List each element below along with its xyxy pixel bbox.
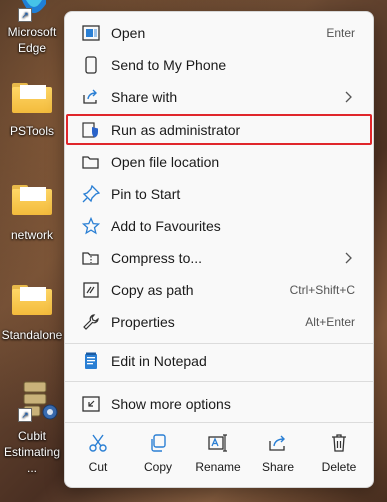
menu-item-label: Show more options: [111, 396, 231, 412]
menu-item-label: Compress to...: [111, 250, 203, 266]
rename-button[interactable]: Rename: [189, 432, 247, 474]
desktop-icon-network[interactable]: network: [0, 180, 64, 243]
menu-item-copy-as-path[interactable]: Copy as path Ctrl+Shift+C: [69, 276, 369, 304]
menu-item-label: Add to Favourites: [111, 218, 221, 234]
share-label: Share: [261, 460, 295, 474]
menu-item-label: Share with: [111, 89, 178, 105]
folder-icon: [12, 185, 52, 215]
menu-item-shortcut: Enter: [326, 26, 355, 40]
menu-item-run-as-administrator[interactable]: Run as administrator: [69, 116, 369, 144]
cut-label: Cut: [88, 460, 108, 474]
menu-item-share-with[interactable]: Share with: [69, 83, 369, 111]
share-icon: [81, 87, 101, 107]
copy-label: Copy: [143, 460, 172, 474]
menu-separator: [65, 381, 373, 382]
wrench-icon: [81, 312, 101, 332]
chevron-right-icon: [341, 252, 355, 264]
shortcut-arrow-icon: ↗: [18, 408, 32, 422]
menu-item-label: Send to My Phone: [111, 57, 227, 73]
copy-button[interactable]: Copy: [129, 432, 187, 474]
menu-item-show-more-options[interactable]: Show more options: [69, 390, 369, 418]
edge-icon: ↗: [12, 0, 52, 22]
copy-icon: [147, 432, 169, 454]
menu-item-shortcut: Ctrl+Shift+C: [289, 283, 355, 297]
menu-item-open[interactable]: Open Enter: [69, 19, 369, 47]
menu-separator: [65, 343, 373, 344]
star-icon: [81, 216, 101, 236]
trash-icon: [328, 432, 350, 454]
desktop-icon-pstools[interactable]: PSTools: [0, 78, 64, 139]
menu-item-label: Open: [111, 25, 146, 41]
desktop-icon-label: Standalone: [1, 328, 63, 342]
desktop-icon-cubit[interactable]: ↗ Cubit Estimating ...: [0, 380, 64, 476]
pin-icon: [81, 184, 101, 204]
desktop-icon-edge[interactable]: ↗ Microsoft Edge: [0, 0, 64, 56]
menu-item-compress-to[interactable]: Compress to...: [69, 244, 369, 272]
rename-icon: [207, 432, 229, 454]
folder-icon: [12, 285, 52, 315]
zip-folder-icon: [81, 248, 101, 268]
cubit-app-icon: ↗: [12, 380, 58, 424]
copy-path-icon: [81, 280, 101, 300]
desktop-icon-label: network: [10, 228, 54, 242]
desktop-icon-label: Microsoft Edge: [7, 25, 57, 55]
delete-button[interactable]: Delete: [310, 432, 368, 474]
menu-item-send-to-phone[interactable]: Send to My Phone: [69, 51, 369, 79]
scissors-icon: [87, 432, 109, 454]
cut-button[interactable]: Cut: [69, 432, 127, 474]
folder-open-icon: [81, 152, 101, 172]
folder-icon: [12, 83, 52, 113]
more-options-icon: [81, 394, 101, 414]
menu-item-label: Copy as path: [111, 282, 194, 298]
menu-item-edit-in-notepad[interactable]: Edit in Notepad: [69, 347, 369, 375]
menu-item-label: Open file location: [111, 154, 220, 170]
desktop-icon-label: PSTools: [9, 124, 55, 138]
share-button[interactable]: Share: [249, 432, 307, 474]
menu-item-add-to-favourites[interactable]: Add to Favourites: [69, 212, 369, 240]
shortcut-arrow-icon: ↗: [18, 8, 32, 22]
open-app-icon: [81, 23, 101, 43]
menu-item-label: Properties: [111, 314, 175, 330]
phone-icon: [81, 55, 101, 75]
quick-actions-bar: Cut Copy Rename Share Delete: [65, 422, 373, 482]
menu-item-shortcut: Alt+Enter: [305, 315, 355, 329]
share-icon: [267, 432, 289, 454]
menu-item-label: Run as administrator: [111, 122, 241, 138]
context-menu: Open Enter Send to My Phone Share with R…: [64, 11, 374, 488]
shield-icon: [81, 120, 101, 140]
menu-item-label: Pin to Start: [111, 186, 181, 202]
menu-item-label: Edit in Notepad: [111, 353, 207, 369]
notepad-icon: [81, 351, 101, 371]
menu-item-pin-to-start[interactable]: Pin to Start: [69, 180, 369, 208]
desktop-icon-label: Cubit Estimating ...: [0, 428, 66, 476]
rename-label: Rename: [195, 460, 241, 474]
menu-item-open-file-location[interactable]: Open file location: [69, 148, 369, 176]
chevron-right-icon: [341, 91, 355, 103]
desktop-icon-label-text: Cubit Estimating ...: [3, 429, 61, 475]
menu-item-properties[interactable]: Properties Alt+Enter: [69, 308, 369, 336]
delete-label: Delete: [321, 460, 357, 474]
desktop-icon-standalone[interactable]: Standalone: [0, 280, 64, 343]
